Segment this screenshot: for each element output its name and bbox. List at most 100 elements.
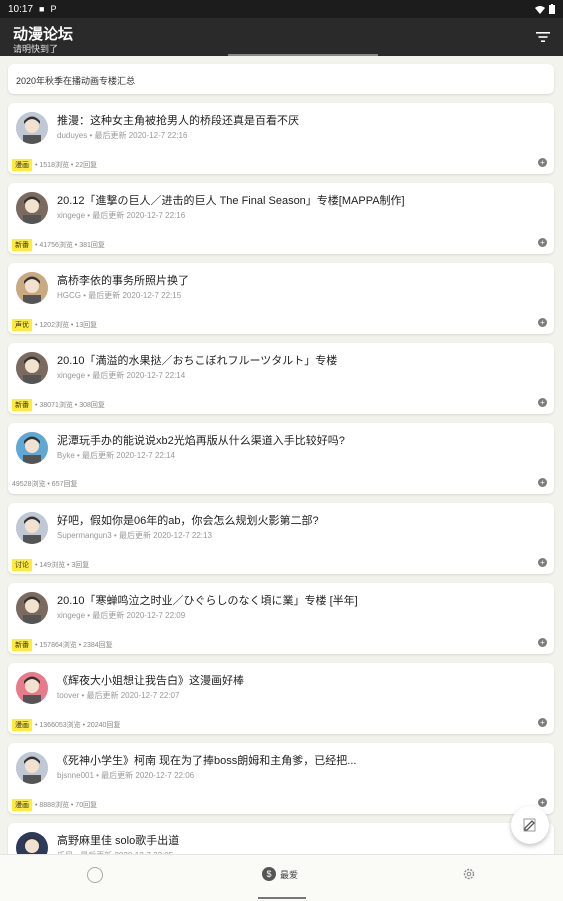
thread-card[interactable]: 20.10「寒蝉鸣泣之时业／ひぐらしのなく頃に業」专楼 [半年] xingege … <box>8 583 554 654</box>
thread-title: 泥潭玩手办的能说说xb2光焰再版从什么渠道入手比较好吗? <box>57 435 345 447</box>
favorites-icon: $ <box>262 867 276 881</box>
thread-meta: xingege • 最后更新 2020-12-7 22:16 <box>57 211 186 220</box>
thread-footer: 漫画 • 1366053浏览 • 20240回复 <box>12 719 120 731</box>
thread-card[interactable]: 推漫：这种女主角被抢男人的桥段还真是百看不厌 duduyes • 最后更新 202… <box>8 103 554 174</box>
add-icon[interactable]: + <box>538 398 547 407</box>
avatar-body <box>23 375 41 384</box>
avatar <box>16 592 48 624</box>
thread-stats: • 41756浏览 • 381回复 <box>35 242 105 249</box>
avatar-body <box>23 455 41 464</box>
thread-meta: duduyes • 最后更新 2020-12-7 22:16 <box>57 131 188 140</box>
avatar-face <box>25 199 39 213</box>
home-icon <box>87 867 103 883</box>
thread-card[interactable]: 泥潭玩手办的能说说xb2光焰再版从什么渠道入手比较好吗? Byke • 最后更新 … <box>8 423 554 494</box>
category-tag: 漫画 <box>12 799 32 811</box>
thread-card[interactable]: 20.10「満溢的水果挞／おちこぼれフルーツタルト」专楼 xingege • 最后… <box>8 343 554 414</box>
thread-title: 好吧，假如你是06年的ab，你会怎么规划火影第二部? <box>57 515 319 527</box>
avatar-face <box>25 279 39 293</box>
thread-stats: • 1518浏览 • 22回复 <box>35 162 98 169</box>
app-bar: 动漫论坛 请明快到了 <box>0 18 563 56</box>
category-tag: 新番 <box>12 239 32 251</box>
avatar <box>16 752 48 784</box>
thread-footer: 漫画 • 8888浏览 • 70回复 <box>12 799 97 811</box>
add-icon[interactable]: + <box>538 158 547 167</box>
thread-title: 《辉夜大小姐想让我告白》这漫画好棒 <box>57 675 244 687</box>
avatar-face <box>25 599 39 613</box>
thread-card[interactable]: 《辉夜大小姐想让我告白》这漫画好棒 toover • 最后更新 2020-12-7… <box>8 663 554 734</box>
edit-icon <box>523 818 536 832</box>
thread-meta: bjsnne001 • 最后更新 2020-12-7 22:06 <box>57 771 195 780</box>
thread-title: 《死神小学生》柯南 现在为了捧boss朗姆和主角爹，已经把... <box>57 755 357 767</box>
page-subtitle: 请明快到了 <box>13 44 59 54</box>
filter-icon[interactable] <box>535 29 551 45</box>
thread-meta: xingege • 最后更新 2020-12-7 22:14 <box>57 371 186 380</box>
avatar-face <box>25 119 39 133</box>
thread-card[interactable]: 20.12「進撃の巨人／进击的巨人 The Final Season」专楼[MA… <box>8 183 554 254</box>
avatar-body <box>23 615 41 624</box>
category-tag: 漫画 <box>12 159 32 171</box>
category-tag: 讨论 <box>12 559 32 571</box>
thread-stats: • 157864浏览 • 2384回复 <box>35 642 113 649</box>
avatar-face <box>25 679 39 693</box>
add-icon[interactable]: + <box>538 798 547 807</box>
thread-meta: xingege • 最后更新 2020-12-7 22:09 <box>57 611 186 620</box>
new-post-button[interactable] <box>511 806 549 844</box>
thread-stats: • 1202浏览 • 13回复 <box>35 322 98 329</box>
thread-card[interactable]: 《死神小学生》柯南 现在为了捧boss朗姆和主角爹，已经把... bjsnne00… <box>8 743 554 814</box>
settings-icon <box>463 868 475 880</box>
avatar <box>16 192 48 224</box>
thread-title: 20.10「寒蝉鸣泣之时业／ひぐらしのなく頃に業」专楼 [半年] <box>57 595 358 607</box>
thread-footer: 新番 • 38071浏览 • 308回复 <box>12 399 105 411</box>
thread-stats: • 8888浏览 • 70回复 <box>35 802 98 809</box>
category-tag: 声优 <box>12 319 32 331</box>
thread-title: 推漫：这种女主角被抢男人的桥段还真是百看不厌 <box>57 115 299 127</box>
status-time: 10:17 <box>8 3 34 15</box>
notification-icon: ■ <box>39 4 45 14</box>
thread-footer: 漫画 • 1518浏览 • 22回复 <box>12 159 97 171</box>
thread-title: 高桥李依的事务所照片换了 <box>57 275 189 287</box>
thread-meta: Supermangun3 • 最后更新 2020-12-7 22:13 <box>57 531 212 540</box>
nav-active-indicator <box>258 897 306 899</box>
add-icon[interactable]: + <box>538 638 547 647</box>
thread-card[interactable]: 高桥李依的事务所照片换了 HGCG • 最后更新 2020-12-7 22:15 声… <box>8 263 554 334</box>
category-tag: 新番 <box>12 639 32 651</box>
thread-stats: 49528浏览 • 657回复 <box>12 481 78 488</box>
battery-icon <box>549 4 555 14</box>
category-tag: 新番 <box>12 399 32 411</box>
wifi-icon <box>535 5 545 14</box>
avatar <box>16 112 48 144</box>
thread-card[interactable]: 高野麻里佳 solo歌手出道乐风 • 最后更新 2020-12-7 22:05 <box>8 823 554 854</box>
thread-title: 20.12「進撃の巨人／进击的巨人 The Final Season」专楼[MA… <box>57 195 405 207</box>
nav-favorites[interactable]: $ 最爱 <box>262 867 298 881</box>
bottom-navigation: $ 最爱 <box>0 854 563 901</box>
notice-text: 2020年秋季在播动画专楼汇总 <box>16 76 136 86</box>
avatar-face <box>25 439 39 453</box>
avatar-body <box>23 295 41 304</box>
thread-footer: 讨论 • 149浏览 • 3回复 <box>12 559 89 571</box>
avatar <box>16 352 48 384</box>
page-title: 动漫论坛 <box>13 26 74 43</box>
avatar-body <box>23 135 41 144</box>
thread-meta: Byke • 最后更新 2020-12-7 22:14 <box>57 451 175 460</box>
add-icon[interactable]: + <box>538 718 547 727</box>
avatar-body <box>23 215 41 224</box>
avatar <box>16 272 48 304</box>
thread-stats: • 38071浏览 • 308回复 <box>35 402 105 409</box>
thread-card[interactable]: 好吧，假如你是06年的ab，你会怎么规划火影第二部? Supermangun3 •… <box>8 503 554 574</box>
avatar-face <box>25 839 39 853</box>
app-notification-icon: P <box>50 4 57 14</box>
avatar <box>16 832 48 854</box>
thread-footer: 49528浏览 • 657回复 <box>12 479 78 489</box>
notice-card[interactable]: 2020年秋季在播动画专楼汇总 <box>8 64 554 94</box>
avatar-body <box>23 775 41 784</box>
avatar-face <box>25 519 39 533</box>
add-icon[interactable]: + <box>538 478 547 487</box>
add-icon[interactable]: + <box>538 558 547 567</box>
nav-settings[interactable] <box>462 867 476 881</box>
nav-favorites-label: 最爱 <box>280 869 299 880</box>
nav-home[interactable] <box>87 867 103 883</box>
avatar <box>16 432 48 464</box>
add-icon[interactable]: + <box>538 318 547 327</box>
add-icon[interactable]: + <box>538 238 547 247</box>
thread-meta: HGCG • 最后更新 2020-12-7 22:15 <box>57 291 182 300</box>
